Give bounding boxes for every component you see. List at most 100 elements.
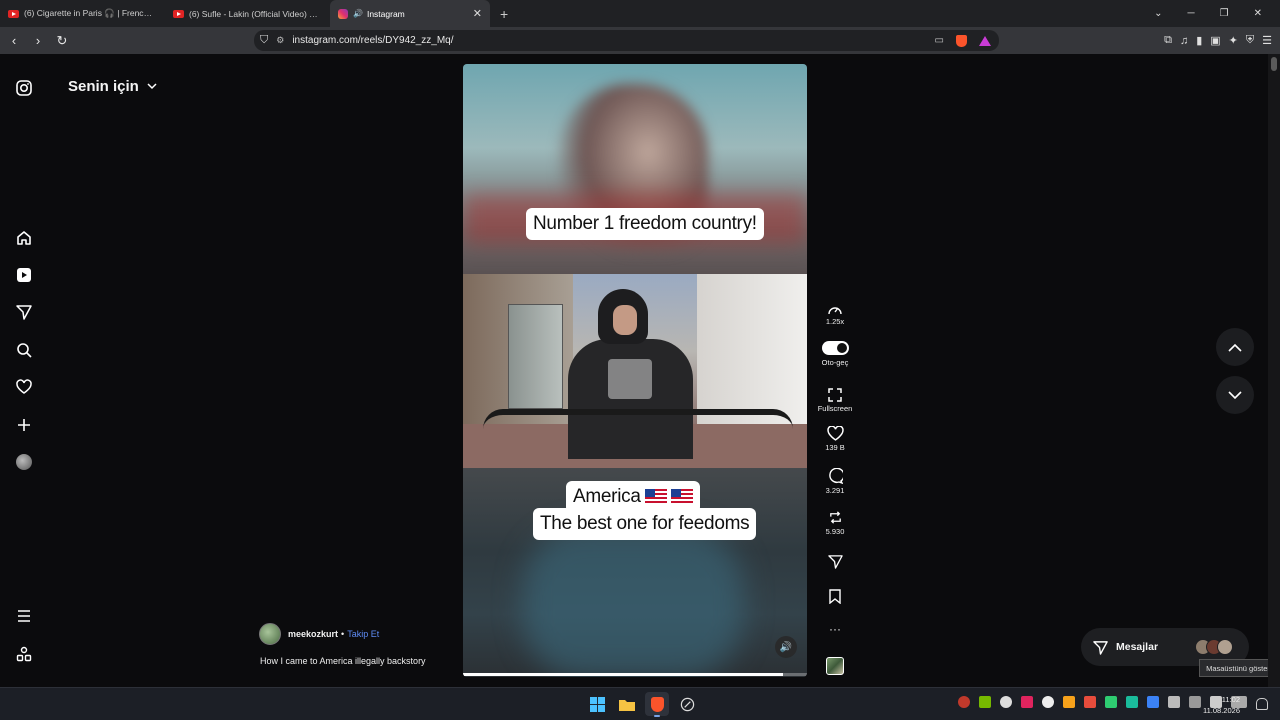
tray-app-icon[interactable] [1105,696,1117,708]
booth [508,304,563,409]
tab-label: Instagram [366,8,405,19]
likes-count: 139 B [825,443,845,452]
tray-app-icon[interactable] [1063,696,1075,708]
audio-thumb-image [826,657,844,675]
share-icon [827,555,843,569]
notification-bell-icon[interactable] [1256,698,1268,710]
profile-avatar-icon[interactable] [14,452,34,472]
instagram-logo-icon[interactable] [14,78,34,98]
close-window-button[interactable]: ✕ [1254,8,1262,19]
toggle-switch[interactable] [821,341,849,355]
comment-button[interactable]: 3.291 [812,468,858,495]
reel-author: meekozkurt • Takip Et [259,623,379,645]
reload-icon[interactable]: ↻ [52,33,72,49]
autoplay-toggle[interactable]: Oto-geç [812,341,858,367]
display-icon[interactable] [1189,696,1201,708]
tooltip: Masaüstünü göster [1199,659,1277,677]
leo-ai-icon[interactable]: ✦ [1229,34,1238,47]
us-flag-icon [670,489,693,503]
microphone-icon[interactable] [1168,696,1180,708]
instagram-page: Senin için Number 1 freedom country! Ame… [0,54,1280,687]
brave-shields-icon[interactable] [956,34,967,47]
close-tab-icon[interactable]: ✕ [473,7,482,20]
brave-rewards-icon[interactable] [979,35,991,46]
site-info-icon[interactable]: ⚙ [276,35,284,46]
more-menu-icon[interactable] [14,606,34,626]
tray-app-icon[interactable] [1042,696,1054,708]
caption-mid-line2: The best one for feedoms [533,508,757,540]
extensions-icon[interactable]: ⧉ [1164,34,1172,47]
speed-button[interactable]: 1.25x [812,303,858,326]
clock[interactable]: 11:02 11.08.2026 [1203,694,1240,716]
face [613,305,637,335]
forward-icon[interactable]: › [28,33,48,48]
sidebar-icon[interactable]: ▮ [1196,34,1202,47]
next-reel-button[interactable] [1216,376,1254,414]
youtube-icon [8,9,19,18]
repost-button[interactable]: 5.930 [812,510,858,536]
new-tab-button[interactable]: + [500,6,508,22]
tray-app-icon[interactable] [1021,696,1033,708]
us-flag-icon [644,489,667,503]
volume-icon[interactable]: 🔊 [775,636,797,658]
audio-thumbnail[interactable] [812,657,858,675]
search-icon[interactable] [14,340,34,360]
direct-icon[interactable] [14,302,34,322]
nvidia-icon[interactable] [979,696,991,708]
fullscreen-button[interactable]: Fullscreen [812,388,858,413]
app-icon[interactable] [675,692,699,716]
reels-icon[interactable] [14,265,34,285]
video-progress-bar[interactable] [463,673,807,676]
file-explorer-icon[interactable] [615,692,639,716]
like-button[interactable]: 139 B [812,426,858,452]
speaker-icon[interactable]: 🔊 [353,9,363,18]
tray-app-icon[interactable] [1126,696,1138,708]
scrollbar[interactable] [1268,54,1280,687]
comment-icon [829,468,843,484]
create-icon[interactable] [14,415,34,435]
separator: • [341,629,345,639]
tray-app-icon[interactable] [958,696,970,708]
tray-app-icon[interactable] [1084,696,1096,708]
tab-label: (6) Cigarette in Paris 🎧 | French Emo [24,8,154,18]
tray-app-icon[interactable] [1000,696,1012,708]
reel-description[interactable]: How I came to America illegally backstor… [260,656,426,666]
share-button[interactable] [812,554,858,571]
previous-reel-button[interactable] [1216,328,1254,366]
scrollbar-thumb[interactable] [1271,57,1277,71]
direct-icon [1093,640,1108,655]
caption-text: America [573,486,641,507]
minimize-button[interactable]: ─ [1188,8,1195,19]
tab-label: (6) Sufle - Lakin (Official Video) - You [189,8,319,19]
wallet-icon[interactable]: ▣ [1210,34,1220,47]
feed-selector[interactable]: Senin için [68,78,157,95]
avatar[interactable] [259,623,281,645]
tray-app-icon[interactable] [1147,696,1159,708]
windows-start-icon[interactable] [585,692,609,716]
music-icon[interactable]: ♫ [1180,35,1188,47]
url-text[interactable]: instagram.com/reels/DY942_zz_Mq/ [292,35,453,46]
home-icon[interactable] [14,228,34,248]
heart-icon[interactable] [14,377,34,397]
address-bar[interactable]: ⛉ ⚙ instagram.com/reels/DY942_zz_Mq/ ▭ [254,30,999,51]
restore-button[interactable]: ❐ [1220,8,1229,19]
cast-icon[interactable]: ▭ [935,35,944,46]
also-from-meta-icon[interactable] [14,644,34,664]
username[interactable]: meekozkurt [288,629,338,639]
vpn-icon[interactable]: ⛨ [1246,34,1254,47]
follow-button[interactable]: Takip Et [347,629,379,639]
tab-youtube-1[interactable]: (6) Cigarette in Paris 🎧 | French Emo [0,0,165,27]
save-button[interactable] [812,589,858,606]
bookmark-icon [829,589,841,604]
more-options-button[interactable]: ··· [812,622,858,636]
tab-search-icon[interactable]: ⌄ [1154,8,1162,19]
video-frame [463,274,807,468]
tab-instagram[interactable]: 🔊 Instagram ✕ [330,0,490,27]
reel-video[interactable]: Number 1 freedom country! America The be… [463,64,807,677]
brave-browser-icon[interactable] [645,692,669,717]
bookmark-icon[interactable]: ⛉ [260,34,268,47]
tab-youtube-2[interactable]: (6) Sufle - Lakin (Official Video) - You [165,0,330,27]
menu-icon[interactable]: ☰ [1262,34,1272,47]
autoplay-label: Oto-geç [821,358,849,367]
back-icon[interactable]: ‹ [4,33,24,48]
